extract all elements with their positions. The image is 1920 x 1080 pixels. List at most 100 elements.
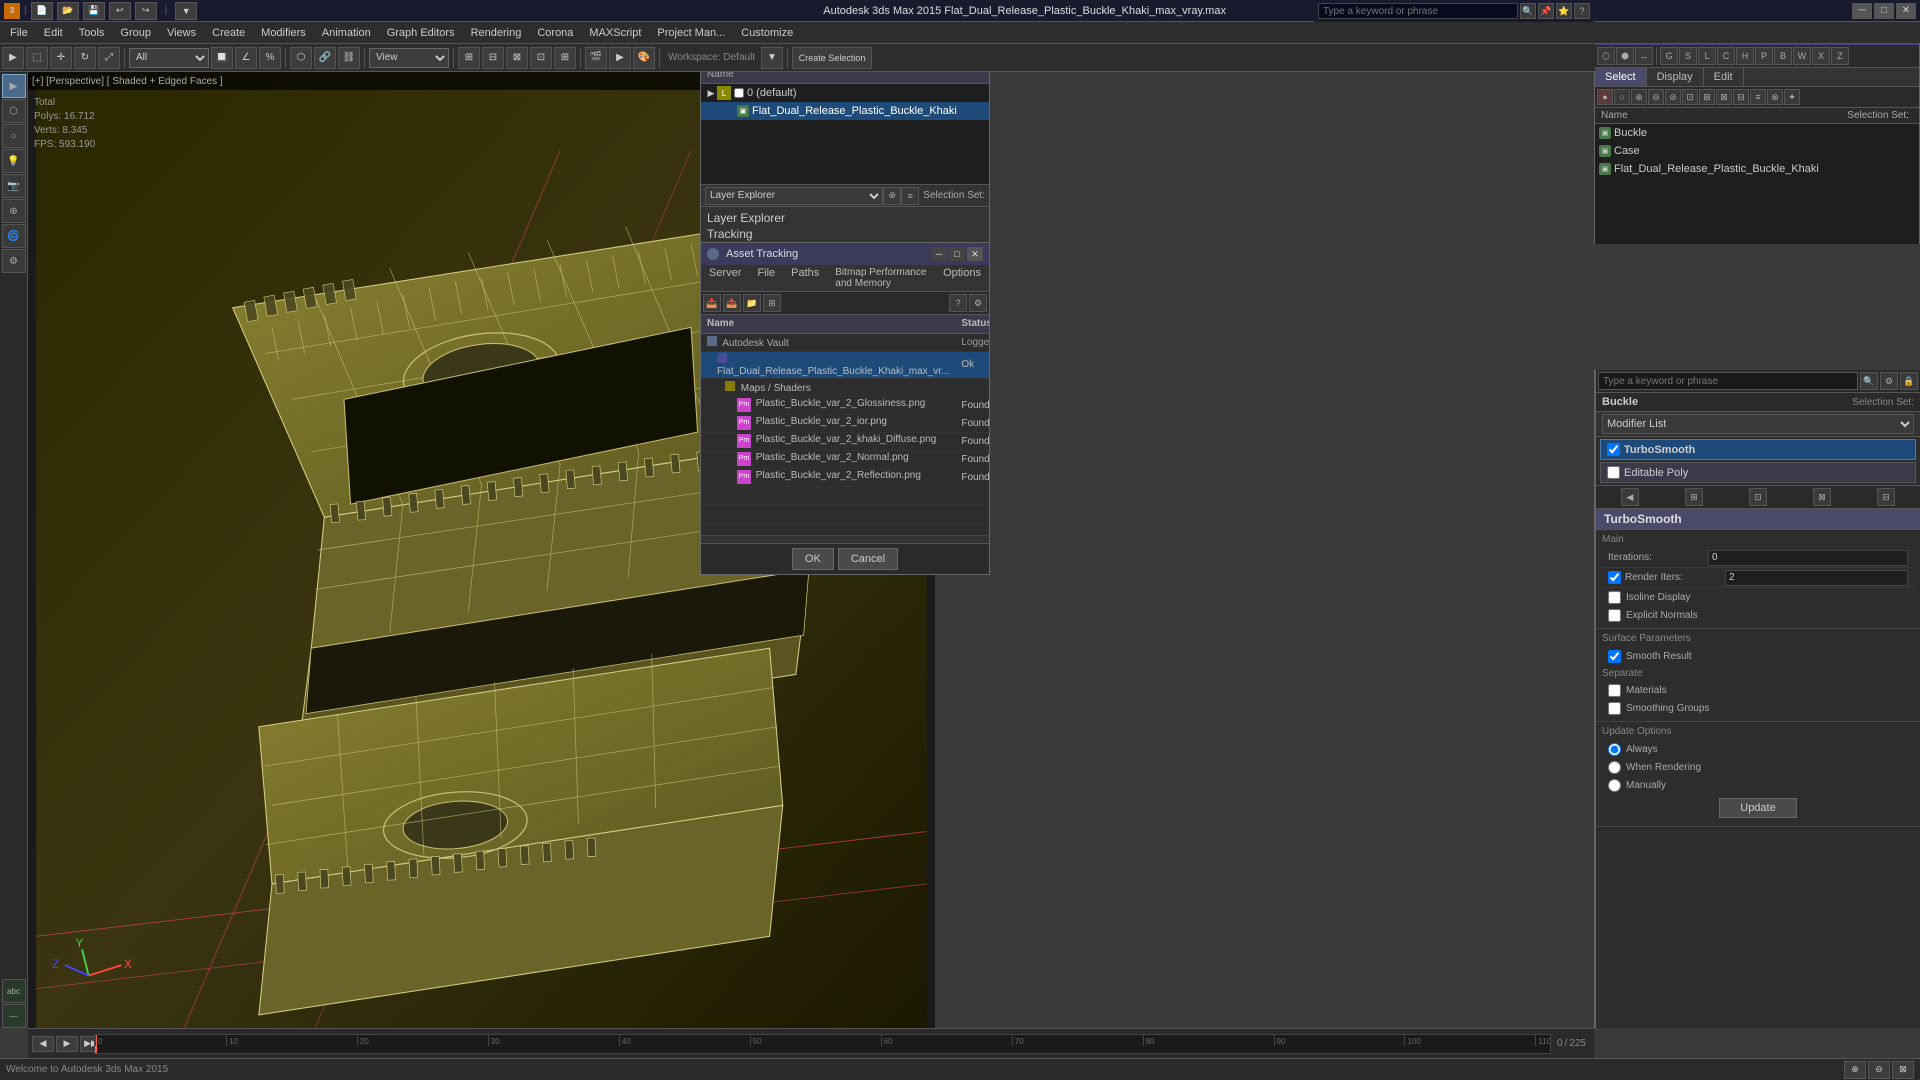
menu-customize[interactable]: Customize: [733, 22, 801, 44]
menu-bitmap[interactable]: Bitmap Performance and Memory: [827, 265, 935, 291]
menu-tools[interactable]: Tools: [71, 22, 113, 44]
view-dropdown[interactable]: View: [369, 48, 449, 68]
extra-btn[interactable]: ▼: [175, 2, 197, 20]
menu-maxscript[interactable]: MAXScript: [581, 22, 649, 44]
render-btn[interactable]: ▶: [609, 47, 631, 69]
tab-edit[interactable]: Edit: [1704, 68, 1744, 86]
sel-filter10[interactable]: Z: [1831, 47, 1849, 65]
menu-server[interactable]: Server: [701, 265, 749, 291]
sp-icon5[interactable]: ⊘: [1665, 89, 1681, 105]
props-search-btn[interactable]: 🔍: [1860, 372, 1878, 390]
asset-table-container[interactable]: Name Status Autodesk Vault Logged...: [701, 315, 989, 535]
materials-checkbox[interactable]: [1608, 684, 1621, 697]
sp-icon12[interactable]: ✦: [1784, 89, 1800, 105]
ior-row[interactable]: Pm Plastic_Buckle_var_2_ior.png Found: [701, 414, 989, 432]
sel-filter5[interactable]: H: [1736, 47, 1754, 65]
sp-icon8[interactable]: ⊠: [1716, 89, 1732, 105]
unlink-btn[interactable]: ⛓: [338, 47, 360, 69]
reference-dropdown[interactable]: All: [129, 48, 209, 68]
align-btn[interactable]: ⊞: [458, 47, 480, 69]
asset-btn1[interactable]: 📥: [703, 294, 721, 312]
sidebar-freeform-tool[interactable]: ⬡: [2, 99, 26, 123]
sel-filter9[interactable]: X: [1812, 47, 1830, 65]
render-setup-btn[interactable]: 🎬: [585, 47, 607, 69]
select-object-btn[interactable]: ▶: [2, 47, 24, 69]
sp-icon1[interactable]: ●: [1597, 89, 1613, 105]
scale-btn[interactable]: ⤢: [98, 47, 120, 69]
iterations-value-field[interactable]: [1708, 550, 1908, 566]
explicit-normals-checkbox[interactable]: [1608, 609, 1621, 622]
update-button[interactable]: Update: [1719, 798, 1796, 818]
case-item[interactable]: ▣ Case: [1595, 142, 1919, 160]
sidebar-camera-tool[interactable]: 📷: [2, 174, 26, 198]
mod-icon3[interactable]: ⊡: [1749, 488, 1767, 506]
sidebar-shape-tool[interactable]: ○: [2, 124, 26, 148]
tab-select[interactable]: Select: [1595, 68, 1647, 86]
layer-default[interactable]: ▶ L 0 (default): [701, 84, 989, 102]
snap-toggle-btn[interactable]: 🔲: [211, 47, 233, 69]
menu-animation[interactable]: Animation: [314, 22, 379, 44]
sel-all-btn[interactable]: ⬡: [1597, 47, 1615, 65]
menu-modifiers[interactable]: Modifiers: [253, 22, 314, 44]
layer-explorer-dropdown[interactable]: Layer Explorer: [705, 187, 883, 205]
mod-icon4[interactable]: ⊠: [1813, 488, 1831, 506]
asset-btn2[interactable]: 📤: [723, 294, 741, 312]
menu-project[interactable]: Project Man...: [649, 22, 733, 44]
scene-explorer-tree[interactable]: ▶ L 0 (default) ▣ Flat_Dual_Release_Plas…: [701, 84, 989, 184]
sidebar-helpers-tool[interactable]: ⊕: [2, 199, 26, 223]
smoothing-groups-checkbox[interactable]: [1608, 702, 1621, 715]
props-gear-btn[interactable]: ⚙: [1880, 372, 1898, 390]
move-btn[interactable]: ✛: [50, 47, 72, 69]
editable-poly-modifier[interactable]: Editable Poly: [1600, 462, 1916, 483]
menu-file[interactable]: File: [749, 265, 783, 291]
sel-filter3[interactable]: L: [1698, 47, 1716, 65]
main-search-input[interactable]: [1318, 3, 1518, 19]
menu-edit[interactable]: Edit: [36, 22, 71, 44]
asset-btn4[interactable]: ⊞: [763, 294, 781, 312]
status-btn3[interactable]: ⊠: [1892, 1061, 1914, 1079]
sidebar-spacewarp-tool[interactable]: 🌀: [2, 224, 26, 248]
sidebar-select-tool[interactable]: ▶: [2, 74, 26, 98]
status-btn2[interactable]: ⊖: [1868, 1061, 1890, 1079]
turbosmooth-modifier[interactable]: TurboSmooth: [1600, 439, 1916, 460]
save-file-btn[interactable]: 💾: [83, 2, 105, 20]
array-btn[interactable]: ⊠: [506, 47, 528, 69]
editable-poly-enabled[interactable]: [1607, 466, 1620, 479]
redo-btn[interactable]: ↪: [135, 2, 157, 20]
link-btn[interactable]: 🔗: [314, 47, 336, 69]
isoline-checkbox[interactable]: [1608, 591, 1621, 604]
sidebar-systems-tool[interactable]: ⚙: [2, 249, 26, 273]
glossiness-row[interactable]: Pm Plastic_Buckle_var_2_Glossiness.png F…: [701, 396, 989, 414]
sel-filter4[interactable]: C: [1717, 47, 1735, 65]
sel-filter2[interactable]: S: [1679, 47, 1697, 65]
reflection-row[interactable]: Pm Plastic_Buckle_var_2_Reflection.png F…: [701, 468, 989, 486]
menu-views[interactable]: Views: [159, 22, 204, 44]
undo-btn[interactable]: ↩: [109, 2, 131, 20]
close-btn[interactable]: ✕: [1896, 3, 1916, 19]
select-panel-tree[interactable]: ▣ Buckle ▣ Case ▣ Flat_Dual_Release_Plas…: [1595, 124, 1919, 244]
status-btn1[interactable]: ⊕: [1844, 1061, 1866, 1079]
menu-paths[interactable]: Paths: [783, 265, 827, 291]
search-btn[interactable]: 🔍: [1520, 3, 1536, 19]
iterations-input[interactable]: [1712, 552, 1904, 563]
menu-rendering[interactable]: Rendering: [463, 22, 530, 44]
minimize-btn[interactable]: ─: [1852, 3, 1872, 19]
layer-exp-btn2[interactable]: ≡: [901, 187, 919, 205]
new-file-btn[interactable]: 📄: [31, 2, 53, 20]
layer-exp-btn1[interactable]: ⊕: [883, 187, 901, 205]
mod-icon5[interactable]: ⊟: [1877, 488, 1895, 506]
vault-row[interactable]: Autodesk Vault Logged...: [701, 333, 989, 351]
workspace-dropdown-btn[interactable]: ▼: [761, 47, 783, 69]
material-editor-btn[interactable]: 🎨: [633, 47, 655, 69]
open-schematic-btn[interactable]: ⊡: [530, 47, 552, 69]
sp-icon7[interactable]: ⊞: [1699, 89, 1715, 105]
sp-icon2[interactable]: ○: [1614, 89, 1630, 105]
maps-folder-row[interactable]: Maps / Shaders: [701, 378, 989, 396]
select-filter-btn[interactable]: ⬡: [290, 47, 312, 69]
mod-icon2[interactable]: ⊞: [1685, 488, 1703, 506]
asset-ok-btn[interactable]: OK: [792, 548, 834, 570]
menu-create[interactable]: Create: [204, 22, 253, 44]
sidebar-lights-tool[interactable]: 💡: [2, 149, 26, 173]
sp-icon6[interactable]: ⊡: [1682, 89, 1698, 105]
restore-btn[interactable]: □: [1874, 3, 1894, 19]
